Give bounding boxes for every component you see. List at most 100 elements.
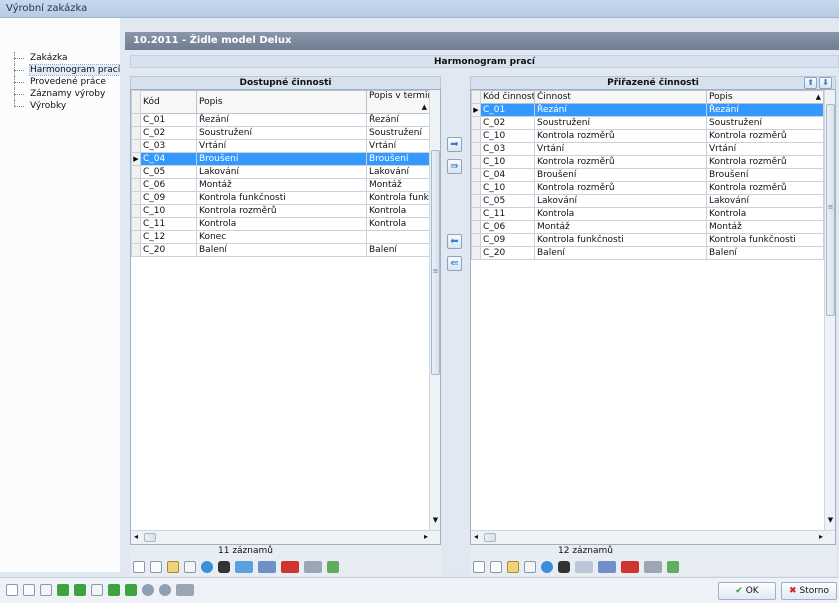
table-cell[interactable]: C_05	[480, 194, 535, 208]
print-icon[interactable]	[304, 561, 322, 573]
move-down-button[interactable]: ⬇	[819, 77, 832, 89]
print-icon[interactable]	[644, 561, 662, 573]
table-cell[interactable]: C_10	[140, 204, 197, 218]
table-cell[interactable]: Kontrola rozměrů	[706, 129, 824, 143]
row-indicator[interactable]	[131, 243, 141, 257]
table-cell[interactable]: C_04	[140, 152, 197, 166]
table-cell[interactable]: Vrtání	[196, 139, 367, 153]
table-row[interactable]: C_12 Konec	[131, 230, 430, 244]
sidebar-item-provedene-prace[interactable]: Provedené práce	[10, 76, 116, 88]
refresh-icon[interactable]	[201, 561, 213, 573]
table-row[interactable]: C_06 Montáž Montáž	[471, 220, 824, 234]
new-record-icon[interactable]	[133, 561, 145, 573]
table-row[interactable]: C_20 Balení Balení	[471, 246, 824, 260]
row-indicator[interactable]	[131, 191, 141, 205]
table-cell[interactable]: Kontrola funkčnosti	[706, 233, 824, 247]
edit-record-icon[interactable]	[490, 561, 502, 573]
row-indicator[interactable]	[471, 207, 481, 221]
table-cell[interactable]: Broušení	[534, 168, 707, 182]
table-cell[interactable]: C_02	[140, 126, 197, 140]
table-row[interactable]: ▶ C_01 Řezání Řezání	[471, 103, 824, 117]
refresh-icon[interactable]	[541, 561, 553, 573]
column-header-popis-v-terminalu[interactable]: Popis v termin ▲	[366, 90, 430, 114]
row-indicator[interactable]	[471, 168, 481, 182]
last-record-icon[interactable]	[125, 584, 137, 596]
edit-record-icon[interactable]	[150, 561, 162, 573]
table-cell[interactable]: C_10	[480, 181, 535, 195]
table-row[interactable]: C_11 Kontrola Kontrola	[131, 217, 430, 231]
table-cell[interactable]: C_20	[480, 246, 535, 260]
copy-record-icon[interactable]	[507, 561, 519, 573]
find-icon[interactable]	[218, 561, 230, 573]
row-indicator[interactable]	[131, 165, 141, 179]
table-cell[interactable]: C_02	[480, 116, 535, 130]
row-indicator[interactable]	[471, 155, 481, 169]
table-cell[interactable]: Lakování	[706, 194, 824, 208]
row-indicator[interactable]	[471, 194, 481, 208]
table-cell[interactable]: Konec	[196, 230, 367, 244]
table-cell[interactable]: Řezání	[366, 113, 430, 127]
table-row[interactable]: C_10 Kontrola rozměrů Kontrola	[131, 204, 430, 218]
table-cell[interactable]: Lakování	[534, 194, 707, 208]
find-icon[interactable]	[558, 561, 570, 573]
row-indicator[interactable]	[471, 246, 481, 260]
table-row[interactable]: C_20 Balení Balení	[131, 243, 430, 257]
table-cell[interactable]: Kontrola rozměrů	[534, 129, 707, 143]
row-indicator[interactable]	[471, 220, 481, 234]
confirm-icon[interactable]	[142, 584, 154, 596]
table-cell[interactable]: Montáž	[534, 220, 707, 234]
table-cell[interactable]: C_12	[140, 230, 197, 244]
table-cell[interactable]: Balení	[706, 246, 824, 260]
table-cell[interactable]: C_05	[140, 165, 197, 179]
ok-button[interactable]: ✔ OK	[718, 582, 776, 600]
row-indicator[interactable]	[131, 178, 141, 192]
table-row[interactable]: C_03 Vrtání Vrtání	[131, 139, 430, 153]
table-row[interactable]: C_09 Kontrola funkčnosti Kontrola funkč	[131, 191, 430, 205]
filter-icon[interactable]	[598, 561, 616, 573]
delete-document-icon[interactable]	[40, 584, 52, 596]
table-cell[interactable]: Vrtání	[534, 142, 707, 156]
table-cell[interactable]: Kontrola funkč	[366, 191, 430, 205]
table-row[interactable]: C_01 Řezání Řezání	[131, 113, 430, 127]
table-cell[interactable]: Soustružení	[366, 126, 430, 140]
table-cell[interactable]: Kontrola	[196, 217, 367, 231]
table-cell[interactable]: Vrtání	[706, 142, 824, 156]
sidebar-item-vyrobky[interactable]: Výrobky	[10, 100, 116, 112]
table-cell[interactable]: Kontrola rozměrů	[534, 155, 707, 169]
first-record-icon[interactable]	[57, 584, 69, 596]
remove-all-button[interactable]: ⇚	[447, 256, 462, 271]
new-document-icon[interactable]	[6, 584, 18, 596]
table-cell[interactable]: C_20	[140, 243, 197, 257]
scroll-right-icon[interactable]: ▸	[819, 532, 823, 541]
table-row[interactable]: C_05 Lakování Lakování	[471, 194, 824, 208]
table-cell[interactable]: C_09	[140, 191, 197, 205]
table-cell[interactable]: C_10	[480, 155, 535, 169]
table-cell[interactable]: Montáž	[706, 220, 824, 234]
scroll-left-icon[interactable]: ◂	[134, 532, 138, 541]
table-cell[interactable]: Soustružení	[196, 126, 367, 140]
table-cell[interactable]: Broušení	[706, 168, 824, 182]
delete-record-icon[interactable]	[184, 561, 196, 573]
row-indicator[interactable]	[471, 129, 481, 143]
available-vertical-scrollbar[interactable]: ▼ ≡	[429, 90, 440, 530]
table-row[interactable]: C_04 Broušení Broušení	[471, 168, 824, 182]
table-cell[interactable]: Řezání	[706, 103, 824, 117]
sidebar-item-zaznamy-vyroby[interactable]: Záznamy výroby	[10, 88, 116, 100]
table-cell[interactable]: Kontrola	[706, 207, 824, 221]
column-header-kod[interactable]: Kód	[140, 90, 197, 114]
table-cell[interactable]: C_01	[140, 113, 197, 127]
table-cell[interactable]: Řezání	[196, 113, 367, 127]
table-row[interactable]: C_09 Kontrola funkčnosti Kontrola funkčnos…	[471, 233, 824, 247]
available-grid[interactable]: Kód Popis Popis v termin ▲ C_01 Řezání Řezá…	[130, 89, 441, 545]
row-indicator[interactable]	[471, 181, 481, 195]
available-horizontal-scrollbar[interactable]: ◂ ▸	[131, 530, 440, 544]
table-cell[interactable]	[366, 230, 430, 244]
table-cell[interactable]: Kontrola rozměrů	[706, 155, 824, 169]
row-indicator[interactable]	[131, 230, 141, 244]
columns-icon[interactable]	[621, 561, 639, 573]
table-row[interactable]: ▶ C_04 Broušení Broušení	[131, 152, 430, 166]
next-record-icon[interactable]	[108, 584, 120, 596]
column-header-popis[interactable]: Popis	[196, 90, 367, 114]
scroll-right-icon[interactable]: ▸	[424, 532, 428, 541]
column-header-kod-cinnosti[interactable]: Kód činnosti	[480, 90, 535, 104]
